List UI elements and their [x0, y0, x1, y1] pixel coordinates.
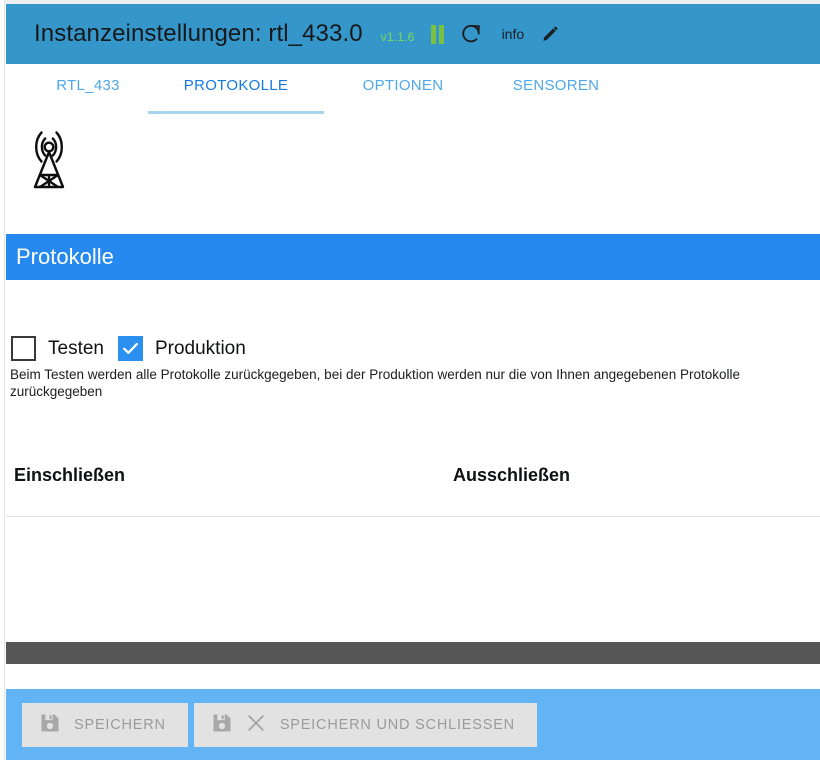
logo-area [6, 117, 820, 233]
save-and-close-button[interactable]: SPEICHERN UND SCHLIESSEN [193, 702, 537, 747]
produktion-label: Produktion [154, 337, 246, 359]
save-icon [40, 713, 60, 736]
footer-gap [6, 664, 820, 689]
page-title: Instanzeinstellungen: rtl_433.0 [34, 20, 363, 47]
section-title: Protokolle [16, 244, 114, 269]
tab-rtl-433[interactable]: RTL_433 [28, 64, 148, 116]
antenna-tower-icon [18, 123, 80, 200]
action-footer: SPEICHERN SPEICHERN UND SCHLIESSEN [6, 689, 820, 760]
instance-settings-page: Instanzeinstellungen: rtl_433.0 v1.1.6 i… [0, 0, 820, 760]
testen-label: Testen [48, 337, 104, 359]
version-label: v1.1.6 [380, 30, 415, 44]
mode-checkbox-row: Testen Produktion [11, 336, 260, 361]
mode-hint-text: Beim Testen werden alle Protokolle zurüc… [10, 367, 740, 399]
refresh-icon[interactable] [460, 20, 482, 48]
protocol-columns-header: Einschließen Ausschließen [6, 465, 820, 511]
tab-bar: RTL_433 PROTOKOLLE OPTIONEN SENSOREN [6, 64, 820, 117]
info-link[interactable]: info [502, 26, 525, 42]
tab-label: RTL_433 [56, 77, 120, 94]
tab-label: OPTIONEN [362, 77, 444, 94]
save-button-label: SPEICHERN [74, 716, 166, 733]
tab-label: PROTOKOLLE [183, 77, 289, 94]
tab-protokolle[interactable]: PROTOKOLLE [148, 64, 324, 116]
save-and-close-button-label: SPEICHERN UND SCHLIESSEN [279, 716, 515, 733]
produktion-checkbox[interactable] [117, 336, 143, 361]
tab-label: SENSOREN [512, 77, 600, 94]
tab-sensoren[interactable]: SENSOREN [484, 64, 628, 116]
status-bar [6, 642, 820, 664]
left-rail [0, 0, 5, 760]
exclude-column-title: Ausschließen [453, 465, 571, 485]
pencil-icon[interactable] [540, 20, 560, 48]
include-column-title: Einschließen [14, 465, 126, 485]
active-tab-underline [148, 111, 324, 114]
column-divider [6, 516, 820, 517]
save-icon [212, 713, 232, 736]
section-header-protokolle: Protokolle [6, 234, 820, 280]
testen-checkbox[interactable] [11, 336, 36, 361]
close-icon [246, 713, 266, 736]
pause-icon[interactable] [430, 20, 444, 48]
tab-optionen[interactable]: OPTIONEN [336, 64, 470, 116]
page-header: Instanzeinstellungen: rtl_433.0 v1.1.6 i… [6, 4, 820, 64]
protokolle-panel: Testen Produktion Beim Testen werden all… [6, 280, 820, 642]
save-button[interactable]: SPEICHERN [22, 702, 188, 747]
